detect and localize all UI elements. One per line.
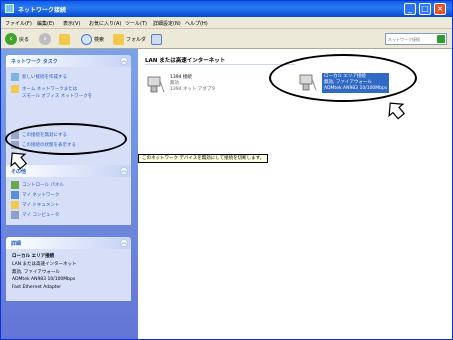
pointer-icon xyxy=(7,149,29,173)
task-label: スモール オフィス ネットワークを xyxy=(22,94,93,99)
detail-type: LAN または高速インターネット xyxy=(12,262,77,267)
details-header[interactable]: 詳細 ︽ xyxy=(6,237,131,249)
task-home-network-cont[interactable]: スモール オフィス ネットワークを xyxy=(22,93,92,99)
details-panel: 詳細 ︽ ローカル エリア接続 LAN または高速インターネット 無効, ファイ… xyxy=(6,237,131,301)
title-bar[interactable]: ネットワーク接続 _ □ × xyxy=(1,1,452,17)
network-connection-icon xyxy=(146,75,166,95)
folder-icon xyxy=(113,33,124,45)
search-label: 検索 xyxy=(94,36,105,43)
connection-1394[interactable]: 1394 接続 無効 1394 ネット アダプタ xyxy=(146,75,216,95)
forward-button[interactable]: › xyxy=(39,32,51,46)
link-my-documents[interactable]: マイ ドキュメント xyxy=(11,201,59,209)
chevron-up-icon[interactable]: ︽ xyxy=(120,57,128,65)
task-label: マイ コンピュータ xyxy=(22,213,60,218)
menu-advanced[interactable]: 詳細設定(N) xyxy=(153,20,181,27)
task-label: マイ ネットワーク xyxy=(22,193,60,198)
detail-status: 無効, ファイアウォール xyxy=(12,270,60,275)
task-label: 新しい接続を作成する xyxy=(22,75,67,80)
explorer-window: ネットワーク接続 _ □ × ファイル(F) 編集(E) 表示(V) お気に入り… xyxy=(0,0,453,340)
highlight-ellipse-connection xyxy=(269,54,417,102)
network-tasks-header[interactable]: ネットワーク タスク ︽ xyxy=(6,55,131,67)
pointer-icon xyxy=(385,99,407,123)
folders-label: フォルダ xyxy=(126,36,147,43)
address-input[interactable] xyxy=(386,34,434,44)
chevron-up-icon[interactable]: ︽ xyxy=(120,167,128,175)
connection-device: 1394 ネット アダプタ xyxy=(170,87,216,92)
link-my-network[interactable]: マイ ネットワーク xyxy=(11,191,59,199)
detail-device-cont: Fast Ethernet Adapter xyxy=(12,285,62,290)
chevron-up-icon[interactable]: ︽ xyxy=(120,239,128,247)
detail-name: ローカル エリア接続 xyxy=(12,254,55,259)
menu-tools[interactable]: ツール(T) xyxy=(125,20,147,27)
menu-bar: ファイル(F) 編集(E) 表示(V) お気に入り(A) ツール(T) 詳細設定… xyxy=(1,17,452,29)
task-pane: ネットワーク タスク ︽ 新しい接続を作成する ホーム ネットワークまたは スモ… xyxy=(1,49,138,339)
network-tasks-title: ネットワーク タスク xyxy=(11,59,58,65)
details-title: 詳細 xyxy=(11,241,22,247)
menu-view[interactable]: 表示(V) xyxy=(63,20,80,27)
detail-device: ADMtek AN983 10/100Mbps xyxy=(12,277,76,282)
window-title: ネットワーク接続 xyxy=(18,7,67,14)
group-divider xyxy=(145,64,295,65)
folders-button[interactable]: フォルダ xyxy=(113,32,146,46)
up-folder-button[interactable] xyxy=(59,32,70,46)
maximize-button[interactable]: □ xyxy=(419,3,431,15)
views-icon xyxy=(151,33,162,45)
magnifier-icon xyxy=(81,33,92,45)
task-label: コントロール パネル xyxy=(22,183,64,188)
close-button[interactable]: × xyxy=(434,3,446,15)
menu-file[interactable]: ファイル(F) xyxy=(5,20,32,27)
task-create-connection[interactable]: 新しい接続を作成する xyxy=(11,73,67,81)
task-home-network[interactable]: ホーム ネットワークまたは xyxy=(11,85,77,93)
back-button[interactable]: ‹ 戻る xyxy=(5,32,29,46)
forward-arrow-icon: › xyxy=(39,33,51,45)
toolbar: ‹ 戻る › 検索 フォルダ xyxy=(1,29,452,49)
network-folder-icon xyxy=(5,4,14,13)
task-label: ホーム ネットワークまたは xyxy=(22,87,78,92)
link-control-panel[interactable]: コントロール パネル xyxy=(11,181,64,189)
connection-label: 1394 接続 無効 1394 ネット アダプタ xyxy=(170,75,216,93)
new-connection-icon xyxy=(11,73,19,81)
task-label: マイ ドキュメント xyxy=(22,203,60,208)
menu-favorites[interactable]: お気に入り(A) xyxy=(89,20,121,27)
views-button[interactable] xyxy=(151,32,162,46)
my-documents-icon xyxy=(11,201,19,209)
my-computer-icon xyxy=(11,211,19,219)
home-network-icon xyxy=(11,85,19,93)
link-my-computer[interactable]: マイ コンピュータ xyxy=(11,211,59,219)
group-title: LAN または高速インターネット xyxy=(145,58,226,64)
address-box[interactable] xyxy=(385,33,447,45)
menu-help[interactable]: ヘルプ(H) xyxy=(185,20,208,27)
go-icon[interactable] xyxy=(437,35,445,43)
control-panel-icon xyxy=(11,181,19,189)
my-network-icon xyxy=(11,191,19,199)
back-label: 戻る xyxy=(19,36,30,43)
up-folder-icon xyxy=(59,33,70,45)
back-arrow-icon: ‹ xyxy=(5,33,17,45)
menu-edit[interactable]: 編集(E) xyxy=(37,20,54,27)
search-button[interactable]: 検索 xyxy=(81,32,104,46)
other-places-panel: その他 ︽ コントロール パネル マイ ネットワーク マイ ドキュメント マイ … xyxy=(6,165,131,225)
minimize-button[interactable]: _ xyxy=(404,3,416,15)
tooltip: このネットワーク デバイスを無効にして接続を切断します。 xyxy=(138,154,269,163)
